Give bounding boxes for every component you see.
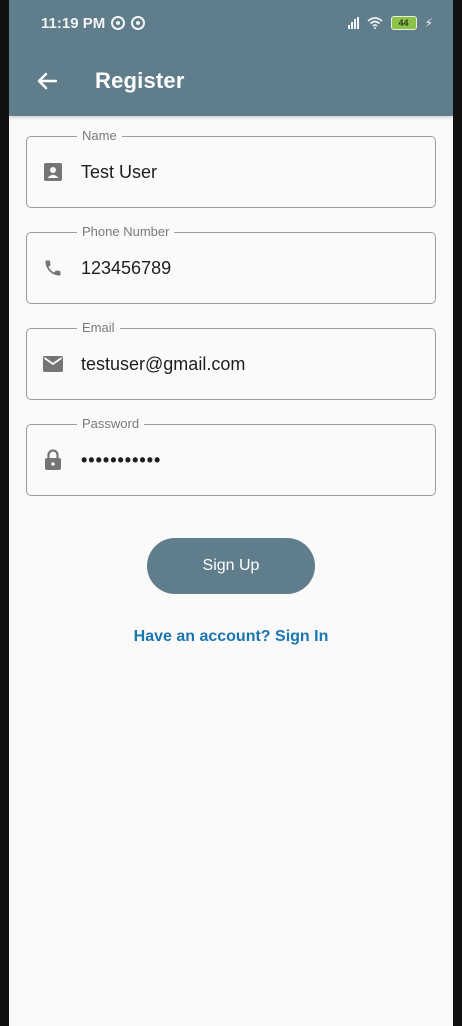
password-input-value: ••••••••••• [81,449,162,470]
charging-icon: ⚡ [424,16,433,30]
password-field[interactable]: Password ••••••••••• [26,416,436,496]
phone-field[interactable]: Phone Number 123456789 [26,224,436,304]
signal-icon [347,17,359,29]
register-form: Name Test User Phone Number 123456789 Em… [9,116,453,646]
status-right: 44 ⚡ [347,16,433,30]
signin-link[interactable]: Have an account? Sign In [26,628,436,646]
name-input-value: Test User [81,161,158,182]
email-input-value: testuser@gmail.com [81,353,246,374]
lock-icon [41,448,65,472]
notification-icon [111,16,126,30]
app-bar: Register [9,46,453,116]
account-box-icon [41,160,65,184]
signup-button[interactable]: Sign Up [147,538,315,594]
password-field-label: Password [77,416,145,432]
name-field[interactable]: Name Test User [26,128,436,208]
battery-icon: 44 [390,16,417,30]
email-field[interactable]: Email testuser@gmail.com [26,320,436,400]
page-title: Register [95,68,185,93]
status-time: 11:19 PM [41,14,106,32]
phone-icon [41,256,65,280]
wifi-icon [367,17,383,29]
phone-screen: 11:19 PM 44 ⚡ Register Name Test User Ph… [0,0,462,1026]
signup-container: Sign Up [26,538,436,594]
phone-field-label: Phone Number [77,224,175,240]
notification-icon [131,16,146,30]
email-field-label: Email [77,320,120,336]
status-bar: 11:19 PM 44 ⚡ [9,0,453,46]
status-left: 11:19 PM [41,14,146,32]
phone-input-value: 123456789 [81,257,172,278]
name-field-label: Name [77,128,122,144]
arrow-left-icon[interactable] [33,67,61,95]
mail-icon [41,352,65,376]
